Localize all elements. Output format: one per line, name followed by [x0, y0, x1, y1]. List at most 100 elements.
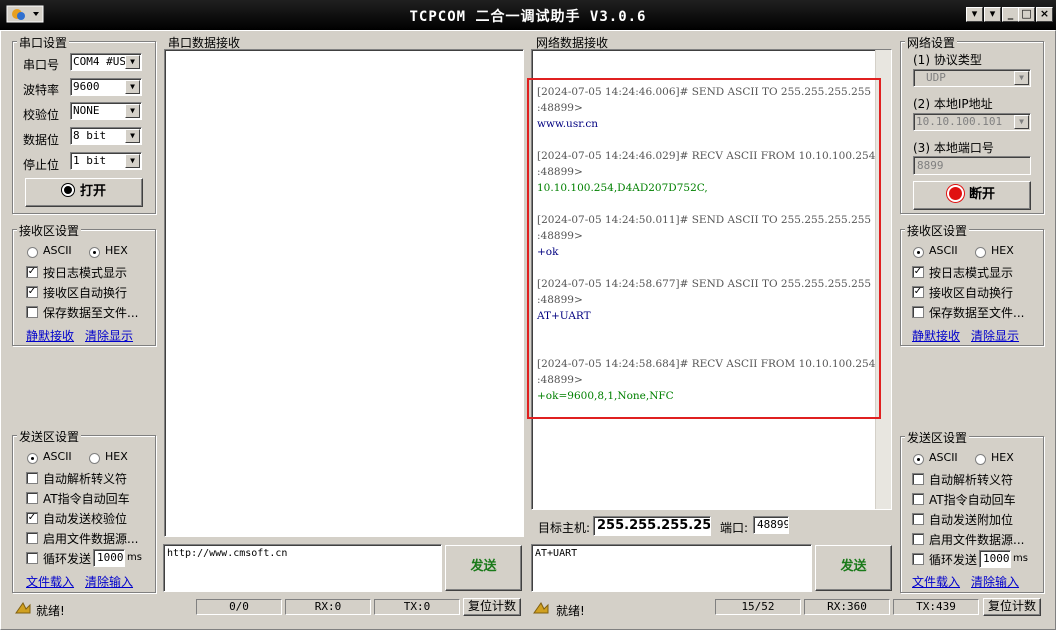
hex-label: HEX [105, 244, 128, 257]
highlight-box [527, 78, 881, 419]
file-source-label: 启用文件数据源... [43, 532, 139, 546]
baud-label: 波特率 [23, 83, 60, 97]
dropdown-icon[interactable]: ▾ [984, 7, 1001, 22]
serial-recv-settings-title: 接收区设置 [17, 222, 82, 239]
net-log-mode-checkbox[interactable]: ✓ [912, 266, 924, 278]
file-source-label: 启用文件数据源... [929, 533, 1025, 547]
window-title: TCPCOM 二合一调试助手 V3.0.6 [409, 9, 647, 25]
target-port-label: 端口: [720, 521, 749, 535]
databits-select[interactable]: 8 bit ▼ [70, 127, 142, 145]
serial-file-source-checkbox[interactable] [26, 532, 38, 544]
net-auto-wrap-checkbox[interactable]: ✓ [912, 286, 924, 298]
clear-input-link[interactable]: 清除输入 [85, 573, 133, 590]
serial-loop-ms-input[interactable]: 1000 [93, 549, 125, 567]
net-auto-append-checkbox[interactable] [912, 513, 924, 525]
protocol-label: (1) 协议类型 [913, 53, 982, 67]
local-port-input[interactable]: 8899 [913, 156, 1031, 175]
net-send-settings-title: 发送区设置 [905, 429, 970, 446]
net-parse-escape-checkbox[interactable] [912, 473, 924, 485]
net-at-crlf-checkbox[interactable] [912, 493, 924, 505]
serial-settings-title: 串口设置 [17, 34, 70, 51]
auto-checksum-label: 自动发送校验位 [43, 512, 128, 526]
net-send-hex-radio[interactable] [975, 454, 986, 465]
parse-escape-label: 自动解析转义符 [929, 473, 1014, 487]
net-settings-group: 网络设置 (1) 协议类型 UDP ▼ (2) 本地IP地址 10.10.100.… [900, 34, 1044, 214]
baud-select[interactable]: 9600 ▼ [70, 78, 142, 96]
target-port-input[interactable]: 48899 [753, 516, 789, 534]
chevron-down-icon: ▼ [125, 154, 140, 168]
net-send-settings-group: 发送区设置 ASCII HEX 自动解析转义符 AT指令自动回车 自动发送附加位… [900, 429, 1044, 593]
clear-display-link[interactable]: 清除显示 [85, 327, 133, 344]
hex-label: HEX [991, 451, 1014, 464]
serial-send-hex-radio[interactable] [89, 453, 100, 464]
network-send-button[interactable]: 发送 [815, 545, 892, 591]
log-mode-label: 按日志模式显示 [43, 266, 128, 280]
local-ip-select[interactable]: 10.10.100.101 ▼ [913, 113, 1031, 131]
serial-at-crlf-checkbox[interactable] [26, 492, 38, 504]
save-file-label: 保存数据至文件... [43, 306, 139, 320]
chevron-down-icon: ▼ [125, 129, 140, 143]
open-port-button[interactable]: 打开 [25, 178, 143, 207]
silent-recv-link[interactable]: 静默接收 [26, 327, 74, 344]
net-recv-ascii-radio[interactable] [913, 247, 924, 258]
serial-log-mode-checkbox[interactable]: ✓ [26, 266, 38, 278]
chevron-down-icon: ▼ [125, 80, 140, 94]
serial-recv-area[interactable] [164, 49, 524, 537]
serial-counter: 0/0 [196, 599, 282, 615]
port-select[interactable]: COM4 #US: ▼ [70, 53, 142, 71]
serial-send-ascii-radio[interactable] [27, 453, 38, 464]
serial-auto-wrap-checkbox[interactable]: ✓ [26, 286, 38, 298]
serial-auto-checksum-checkbox[interactable]: ✓ [26, 512, 38, 524]
local-ip-label: (2) 本地IP地址 [913, 97, 993, 111]
serial-send-input[interactable]: http://www.cmsoft.cn [163, 544, 442, 592]
hex-label: HEX [105, 450, 128, 463]
status-ready-icon [15, 601, 31, 618]
serial-reset-count-button[interactable]: 复位计数 [463, 598, 521, 616]
target-host-label: 目标主机: [538, 521, 591, 535]
target-host-input[interactable]: 255.255.255.255 [593, 516, 711, 536]
serial-recv-ascii-radio[interactable] [27, 247, 38, 258]
parity-label: 校验位 [23, 108, 60, 122]
serial-loop-send-checkbox[interactable] [26, 552, 38, 564]
clear-input-link[interactable]: 清除输入 [971, 573, 1019, 590]
local-port-label: (3) 本地端口号 [913, 141, 994, 155]
serial-save-file-checkbox[interactable] [26, 306, 38, 318]
serial-parse-escape-checkbox[interactable] [26, 472, 38, 484]
close-button[interactable]: × [1036, 7, 1053, 22]
chevron-down-icon: ▼ [1014, 71, 1029, 85]
ascii-label: ASCII [43, 244, 72, 257]
ms-unit-label: ms [1013, 553, 1028, 564]
maximize-button[interactable]: □ [1018, 7, 1035, 22]
net-loop-send-checkbox[interactable] [912, 553, 924, 565]
chevron-down-icon: ▼ [125, 55, 140, 69]
net-loop-ms-input[interactable]: 1000 [979, 550, 1011, 568]
network-send-input[interactable]: AT+UART [531, 544, 812, 592]
chevron-down-icon: ▼ [1014, 115, 1029, 129]
serial-send-button[interactable]: 发送 [445, 545, 522, 591]
stopbits-label: 停止位 [23, 158, 60, 172]
serial-send-settings-title: 发送区设置 [17, 428, 82, 445]
loop-send-label: 循环发送 [929, 553, 978, 567]
power-icon [61, 184, 74, 196]
parity-select[interactable]: NONE ▼ [70, 102, 142, 120]
stopbits-select[interactable]: 1 bit ▼ [70, 152, 142, 170]
net-file-source-checkbox[interactable] [912, 533, 924, 545]
net-recv-hex-radio[interactable] [975, 247, 986, 258]
protocol-select[interactable]: UDP ▼ [913, 69, 1031, 87]
net-recv-settings-group: 接收区设置 ASCII HEX ✓ 按日志模式显示 ✓ 接收区自动换行 保存数据… [900, 222, 1044, 346]
load-file-link[interactable]: 文件载入 [912, 573, 960, 590]
network-rx-count: RX:360 [804, 599, 890, 615]
silent-recv-link[interactable]: 静默接收 [912, 327, 960, 344]
network-reset-count-button[interactable]: 复位计数 [983, 598, 1041, 616]
net-settings-title: 网络设置 [905, 34, 958, 51]
serial-recv-hex-radio[interactable] [89, 247, 100, 258]
minimize-button[interactable]: _ [1002, 7, 1019, 22]
chevron-down-icon: ▼ [125, 104, 140, 118]
ascii-label: ASCII [43, 450, 72, 463]
clear-display-link[interactable]: 清除显示 [971, 327, 1019, 344]
disconnect-button[interactable]: 断开 [913, 181, 1031, 210]
load-file-link[interactable]: 文件载入 [26, 573, 74, 590]
net-send-ascii-radio[interactable] [913, 454, 924, 465]
net-save-file-checkbox[interactable] [912, 306, 924, 318]
pin-icon[interactable]: ▾ [966, 7, 983, 22]
